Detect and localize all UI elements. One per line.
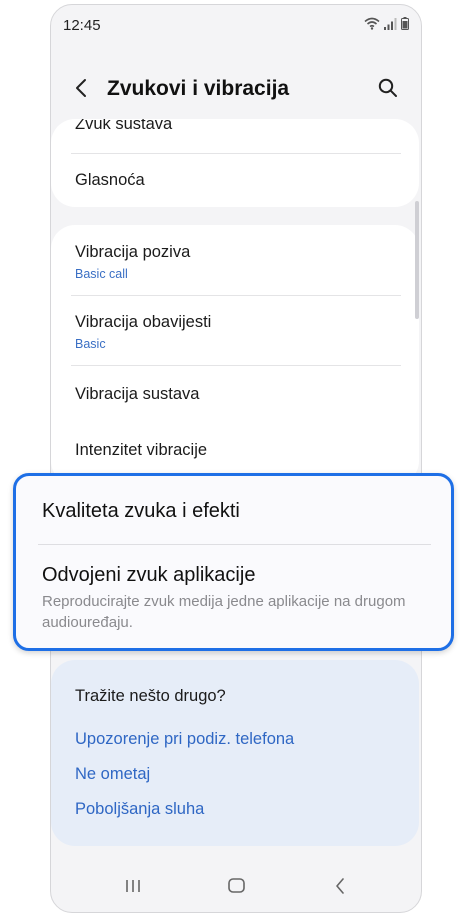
search-icon xyxy=(378,78,398,103)
separate-app-sound-item[interactable]: Odvojeni zvuk aplikacije xyxy=(42,564,255,587)
list-item-value: Basic xyxy=(75,337,106,351)
nav-back-button[interactable] xyxy=(325,874,355,902)
sound-settings-card: Zvuk sustava Glasnoća xyxy=(51,119,419,207)
recents-icon xyxy=(125,879,141,898)
suggestion-link-lift-alert[interactable]: Upozorenje pri podiz. telefona xyxy=(75,730,294,749)
recents-button[interactable] xyxy=(118,874,148,902)
list-item-system-sound[interactable]: Zvuk sustava xyxy=(75,119,401,134)
list-item-label: Zvuk sustava xyxy=(75,119,173,133)
navigation-bar xyxy=(51,864,421,912)
suggestion-link-do-not-disturb[interactable]: Ne ometaj xyxy=(75,765,150,784)
home-button[interactable] xyxy=(221,874,251,902)
highlighted-settings-card: Kvaliteta zvuka i efekti Odvojeni zvuk a… xyxy=(13,473,454,651)
divider xyxy=(71,365,401,366)
list-item-label: Vibracija poziva xyxy=(75,243,191,261)
phone-screen: 12:45 Zvukovi i vibracija Zvuk sustava G… xyxy=(50,4,422,913)
list-item-system-vibration[interactable]: Vibracija sustava xyxy=(75,385,401,404)
status-bar: 12:45 xyxy=(51,5,421,47)
suggestion-link-hearing-enhancements[interactable]: Poboljšanja sluha xyxy=(75,800,204,819)
separate-app-sound-description: Reproducirajte zvuk medija jedne aplikac… xyxy=(42,593,406,631)
status-icons xyxy=(364,17,409,30)
list-item-label: Glasnoća xyxy=(75,171,145,189)
list-item-vibration-intensity[interactable]: Intenzitet vibracije xyxy=(75,441,401,460)
chevron-left-icon xyxy=(75,78,87,103)
suggestions-card: Tražite nešto drugo? Upozorenje pri podi… xyxy=(51,660,419,846)
list-item-label: Intenzitet vibracije xyxy=(75,441,208,459)
back-icon xyxy=(335,877,345,899)
app-bar: Zvukovi i vibracija xyxy=(51,65,421,115)
vibration-settings-card: Vibracija poziva Basic call Vibracija ob… xyxy=(51,225,419,485)
back-button[interactable] xyxy=(67,75,95,105)
list-item-value: Basic call xyxy=(75,267,128,281)
signal-icon xyxy=(384,17,397,30)
list-item-call-vibration[interactable]: Vibracija poziva Basic call xyxy=(75,243,401,281)
suggestions-heading: Tražite nešto drugo? xyxy=(75,687,226,705)
list-item-label: Vibracija obavijesti xyxy=(75,313,212,331)
page-title: Zvukovi i vibracija xyxy=(107,77,290,100)
sound-quality-effects-item[interactable]: Kvaliteta zvuka i efekti xyxy=(42,500,240,523)
divider xyxy=(71,295,401,296)
divider xyxy=(71,153,401,154)
home-icon xyxy=(227,878,245,898)
list-item-notification-vibration[interactable]: Vibracija obavijesti Basic xyxy=(75,313,401,351)
list-item-label: Vibracija sustava xyxy=(75,385,200,403)
wifi-icon xyxy=(364,17,380,30)
divider xyxy=(38,544,431,545)
status-time: 12:45 xyxy=(63,17,101,34)
battery-icon xyxy=(401,17,409,30)
scrollbar[interactable] xyxy=(415,201,419,319)
list-item-volume[interactable]: Glasnoća xyxy=(75,171,401,190)
search-button[interactable] xyxy=(373,75,403,105)
